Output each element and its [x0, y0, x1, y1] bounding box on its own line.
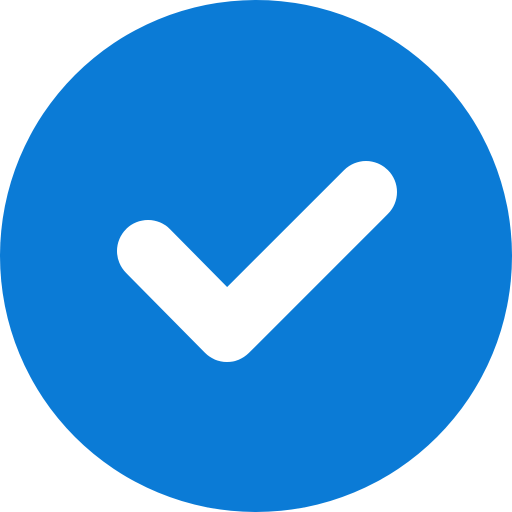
- circle-background: [0, 0, 512, 512]
- check-circle-svg: [0, 0, 512, 512]
- check-circle-icon: [0, 0, 512, 512]
